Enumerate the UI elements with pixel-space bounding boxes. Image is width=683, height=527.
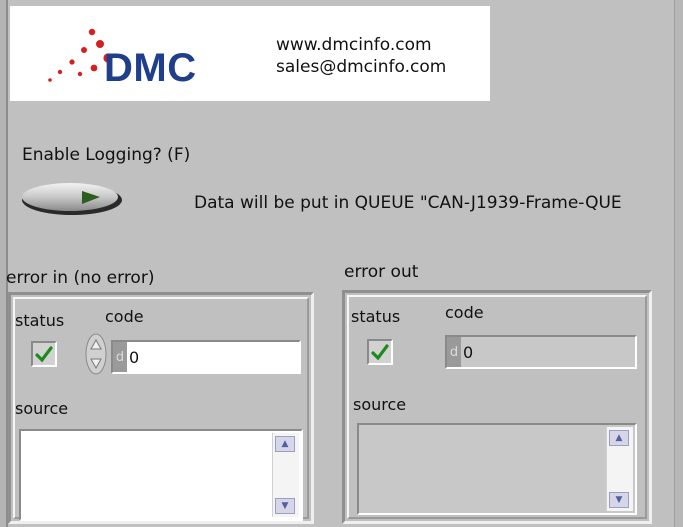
error-out-label: error out <box>344 262 419 282</box>
email-text: sales@dmcinfo.com <box>276 57 447 77</box>
error-in-source-label: source <box>15 399 69 418</box>
error-in-code-value: 0 <box>129 347 140 367</box>
scroll-down-icon[interactable]: ▼ <box>609 492 629 508</box>
error-out-code-label: code <box>445 303 484 322</box>
error-in-cluster: status code d 0 source ▲ ▼ <box>8 292 314 524</box>
scroll-down-icon[interactable]: ▼ <box>275 498 295 514</box>
left-frame-edge <box>0 0 8 527</box>
error-out-cluster: status code d 0 source ▲ ▼ <box>342 290 652 524</box>
enable-logging-toggle[interactable] <box>20 180 124 216</box>
error-out-source-scrollbar[interactable]: ▲ ▼ <box>606 427 633 511</box>
error-in-status-label: status <box>15 311 65 330</box>
error-out-source-label: source <box>353 395 407 414</box>
error-in-code-label: code <box>105 307 144 326</box>
error-in-status-checkbox[interactable] <box>31 341 57 367</box>
error-out-source-textarea[interactable]: ▲ ▼ <box>357 423 637 515</box>
queue-message: Data will be put in QUEUE "CAN-J1939-Fra… <box>194 193 622 213</box>
dmc-logo-panel: DMC www.dmcinfo.com sales@dmcinfo.com <box>10 6 490 101</box>
error-in-code-spinner[interactable] <box>85 333 107 375</box>
enable-logging-label: Enable Logging? (F) <box>22 145 191 165</box>
error-out-code-value: 0 <box>463 342 474 362</box>
error-out-code-display: d 0 <box>445 335 637 369</box>
error-in-source-textarea[interactable]: ▲ ▼ <box>19 429 303 521</box>
contact-info: www.dmcinfo.com sales@dmcinfo.com <box>276 34 446 78</box>
right-frame-edge <box>674 0 683 527</box>
error-out-status-checkbox[interactable] <box>367 339 393 365</box>
error-in-label: error in (no error) <box>6 268 155 288</box>
check-icon <box>35 346 53 363</box>
error-out-status-label: status <box>351 307 401 326</box>
website-text: www.dmcinfo.com <box>276 35 432 55</box>
error-out-radix: d <box>447 337 461 367</box>
scroll-up-icon[interactable]: ▲ <box>275 436 295 452</box>
error-in-source-scrollbar[interactable]: ▲ ▼ <box>272 433 299 517</box>
error-in-radix: d <box>113 342 127 372</box>
error-in-code-input[interactable]: d 0 <box>111 340 301 374</box>
logo-brand-text: DMC <box>104 46 197 90</box>
check-icon <box>371 344 389 361</box>
scroll-up-icon[interactable]: ▲ <box>609 430 629 446</box>
